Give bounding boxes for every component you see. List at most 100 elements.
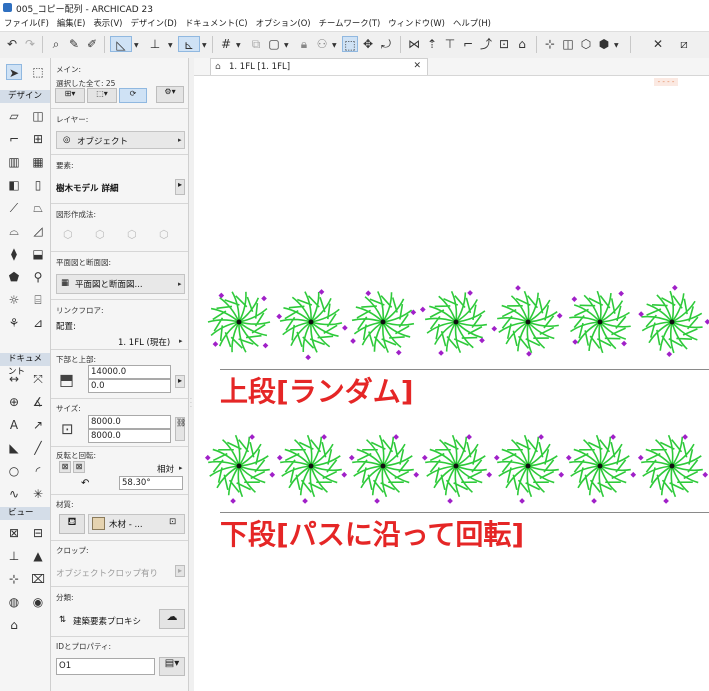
skylight-tool-icon[interactable]: ◿ <box>30 223 46 239</box>
selection-hotspot[interactable] <box>393 434 399 440</box>
selection-hotspot[interactable] <box>467 290 473 296</box>
section-document[interactable]: ドキュメント <box>0 353 50 377</box>
3d-view-dropdown-icon[interactable]: ▼ <box>614 42 619 49</box>
cursor-snap-dropdown-icon[interactable]: ▼ <box>202 42 207 49</box>
selection-hotspot[interactable] <box>515 285 521 291</box>
snap-guide-icon[interactable]: ⊥ <box>144 36 166 52</box>
dimension-tool-icon[interactable]: ↔ <box>6 371 22 387</box>
elevate-icon[interactable]: ⇡ <box>424 36 440 52</box>
selection-hotspot[interactable] <box>610 434 616 440</box>
opening-tool-icon[interactable]: ⊿ <box>30 315 46 331</box>
selection-hotspot[interactable] <box>276 454 283 461</box>
tree-symbol[interactable] <box>569 290 631 354</box>
selection-hotspot[interactable] <box>702 471 709 478</box>
tree-symbol[interactable] <box>204 434 276 504</box>
find-select-icon[interactable]: ⌕ <box>48 36 64 52</box>
ungroup-icon[interactable]: ⬡ <box>578 36 594 52</box>
selection-hotspot[interactable] <box>230 498 236 504</box>
detail-tool-icon[interactable]: ⊹ <box>6 571 22 587</box>
drag-icon[interactable]: ✥ <box>360 36 376 52</box>
size-x-field[interactable]: 8000.0 <box>88 415 171 429</box>
selection-hotspot[interactable] <box>438 350 444 356</box>
intersect-icon[interactable]: ⊡ <box>496 36 512 52</box>
elevation-arrow-button[interactable]: ▸ <box>175 375 185 388</box>
tree-symbol[interactable] <box>350 290 417 356</box>
stair-tool-icon[interactable]: ◧ <box>6 177 22 193</box>
crop-arrow-button[interactable]: ▸ <box>175 565 185 577</box>
3d-view-icon[interactable]: ⬢ <box>596 36 612 52</box>
placement-value[interactable]: 1. 1FL (現在) <box>118 336 170 348</box>
tree-symbol[interactable] <box>207 291 271 353</box>
geometry-method-2-icon[interactable]: ⬡ <box>95 228 105 241</box>
geometry-method-4-icon[interactable]: ⬡ <box>159 228 169 241</box>
door-tool-icon[interactable]: ⌐ <box>6 131 22 147</box>
undo-icon[interactable]: ↶ <box>4 36 20 52</box>
grid-snap-icon[interactable]: # <box>218 36 234 52</box>
mirror-x-button[interactable]: ⊠ <box>59 461 71 473</box>
radial-dimension-tool-icon[interactable]: ⊕ <box>6 394 22 410</box>
classification-value[interactable]: 建築要素プロキシ <box>73 615 141 627</box>
tree-symbol[interactable] <box>565 434 637 504</box>
camera-tool-icon[interactable]: ◍ <box>6 594 22 610</box>
morph-tool-icon[interactable]: ⬟ <box>6 269 22 285</box>
selection-hotspot[interactable] <box>618 290 624 297</box>
tree-symbol[interactable] <box>348 434 420 504</box>
equipment-tool-icon[interactable]: ⌸ <box>30 292 46 308</box>
shell-tool-icon[interactable]: ⌓ <box>6 223 22 239</box>
fillet-icon[interactable]: ⌂ <box>514 36 530 52</box>
selection-hotspot[interactable] <box>318 289 325 295</box>
menu-view[interactable]: 表示(V) <box>89 15 126 31</box>
figure-tool-icon[interactable]: ◉ <box>30 594 46 610</box>
suspend-groups-icon[interactable]: ⧉ <box>248 36 264 52</box>
guide-line-icon[interactable]: ◺ <box>110 36 132 52</box>
selection-hotspot[interactable] <box>350 338 356 344</box>
section-view[interactable]: ビュー <box>0 507 50 520</box>
selection-hotspot[interactable] <box>666 351 673 358</box>
selection-hotspot[interactable] <box>558 471 565 478</box>
selection-hotspot[interactable] <box>493 454 500 461</box>
menu-help[interactable]: ヘルプ(H) <box>449 15 495 31</box>
guide-line-dropdown-icon[interactable]: ▼ <box>134 42 139 49</box>
selection-hotspot[interactable] <box>276 313 283 320</box>
mirror-icon[interactable]: ⋈ <box>406 36 422 52</box>
element-filter-button[interactable]: ⊞▾ <box>55 88 85 103</box>
render-icon[interactable]: ⧄ <box>676 36 692 52</box>
menu-teamwork[interactable]: チームワーク(T) <box>315 15 385 31</box>
lock-icon[interactable]: 🔒︎ <box>296 36 312 52</box>
close-x-icon[interactable]: ✕ <box>650 36 666 52</box>
tree-symbol[interactable] <box>491 285 563 357</box>
hotspot-tool-icon[interactable]: ✳ <box>30 486 46 502</box>
pick-up-parameters-icon[interactable]: ✎ <box>66 36 82 52</box>
geometry-method-1-icon[interactable]: ⬡ <box>63 228 73 241</box>
label-tool-icon[interactable]: ↗ <box>30 417 46 433</box>
object-tool-icon[interactable]: ⚲ <box>30 269 46 285</box>
adjust-icon[interactable]: ⤴ <box>478 36 494 52</box>
offset-icon[interactable]: ⊤ <box>442 36 458 52</box>
selection-hotspot[interactable] <box>269 471 276 478</box>
selection-hotspot[interactable] <box>591 498 597 504</box>
geometry-method-3-icon[interactable]: ⬡ <box>127 228 137 241</box>
layer-combination-icon[interactable]: ▢ <box>266 36 282 52</box>
interior-elevation-tool-icon[interactable]: ⊥ <box>6 548 22 564</box>
trace-icon[interactable]: ⚇ <box>314 36 330 52</box>
proportion-lock-icon[interactable]: ⛓ <box>175 417 186 441</box>
zone-tool-icon[interactable]: ⬓ <box>30 246 46 262</box>
tree-symbol[interactable] <box>638 284 709 358</box>
circle-tool-icon[interactable]: ○ <box>6 463 22 479</box>
slab-tool-icon[interactable]: ⟋ <box>6 200 22 216</box>
selection-hotspot[interactable] <box>486 471 493 478</box>
relative-label[interactable]: 相対 <box>157 463 174 475</box>
floor-plan-canvas[interactable]: ⌂ 1. 1FL [1. 1FL] ✕ - - - - 上段[ランダム] 下段[… <box>194 58 709 691</box>
selection-hotspot[interactable] <box>466 434 472 440</box>
worksheet-tool-icon[interactable]: ▲ <box>30 548 46 564</box>
selection-hotspot[interactable] <box>365 290 372 297</box>
selection-hotspot[interactable] <box>261 295 267 302</box>
top-elevation-field[interactable]: 14000.0 <box>88 365 171 379</box>
classification-cloud-icon[interactable]: ☁ <box>159 609 185 629</box>
surface-override-icon[interactable]: ⛾ <box>59 514 85 534</box>
selection-hotspot[interactable] <box>637 454 644 461</box>
crop-value[interactable]: オブジェクトクロップ有り <box>56 567 158 579</box>
layer-combination-dropdown-icon[interactable]: ▼ <box>284 42 289 49</box>
tree-symbol[interactable] <box>421 434 493 504</box>
selection-hotspot[interactable] <box>565 454 572 461</box>
